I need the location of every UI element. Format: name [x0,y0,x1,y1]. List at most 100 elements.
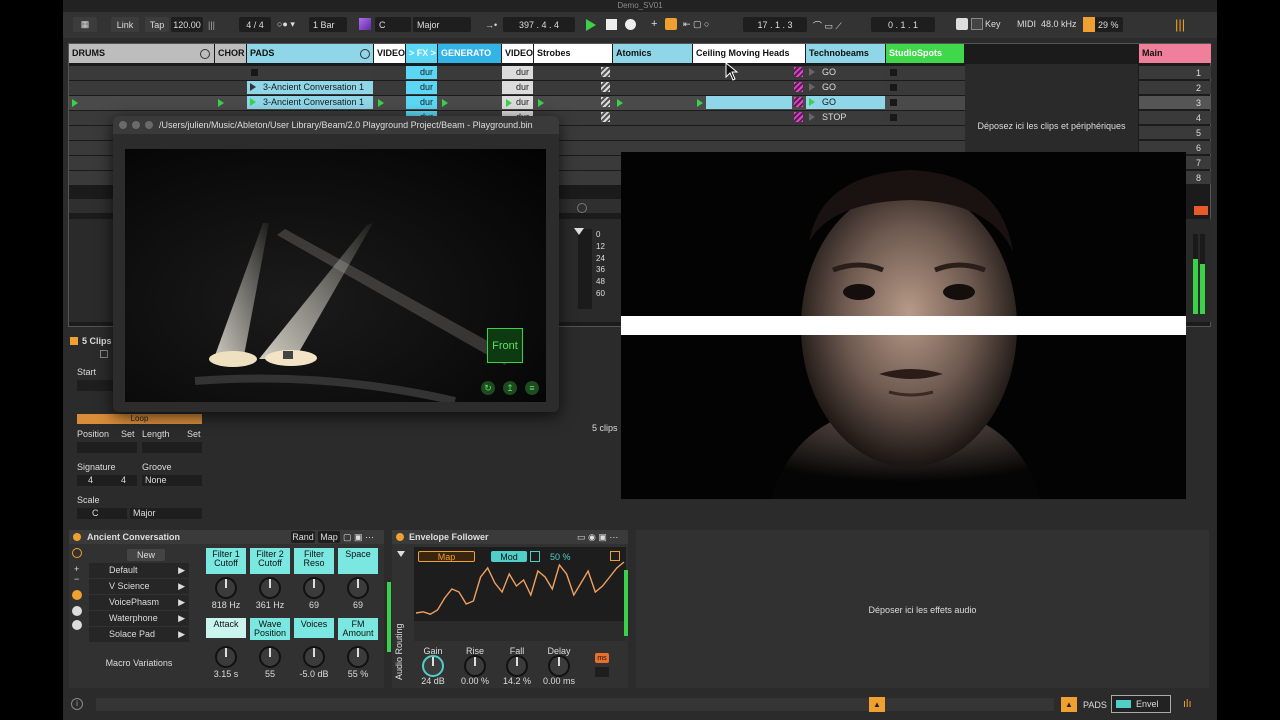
rack-macro-icon[interactable] [72,590,82,600]
scene-3[interactable]: 3 [1139,96,1211,109]
master-rec-icon[interactable] [1194,206,1208,215]
track-header-drums[interactable]: DRUMS [69,44,214,63]
stop-button[interactable] [606,19,617,30]
track-header-fx[interactable]: > FX > [406,44,437,63]
info-icon[interactable]: i [71,698,83,710]
beam-fixture-icon[interactable]: ↥ [503,381,517,395]
fall-knob[interactable] [506,655,528,677]
rack-power-icon[interactable] [73,533,81,541]
play-button[interactable] [586,19,596,31]
metronome-bars-icon[interactable]: ||| [208,20,215,30]
levels-icon[interactable]: ılı [1183,698,1192,710]
filter-1-cutoff-knob[interactable] [215,577,237,599]
key-map-icon[interactable] [971,18,983,30]
track-header-studiospots[interactable]: StudioSpots [886,44,964,63]
warning-icon[interactable]: ▲ [869,697,885,712]
delay-knob[interactable] [548,655,570,677]
pads-fold-icon[interactable] [360,49,370,59]
track-header-technobeams[interactable]: Technobeams [806,44,885,63]
midi-map-button[interactable]: MIDI [1017,19,1036,29]
pads-clip-2-playing[interactable]: 3-Ancient Conversation 1 [247,96,373,109]
heads-stop-icon[interactable] [794,97,803,107]
envelope-fold-icon[interactable] [397,551,405,557]
automation-arm-icon[interactable] [665,18,677,30]
track-header-video-1[interactable]: VIDEO [374,44,405,63]
pads-clip-slot[interactable] [247,66,373,79]
pads-clip-1[interactable]: 3-Ancient Conversation 1 [247,81,373,94]
rack-variations-icon[interactable] [72,620,82,630]
technobeams-clip-go-2[interactable]: GO [806,81,885,94]
strobes-stop-icon[interactable] [601,112,610,122]
heads-stop-icon[interactable] [794,112,803,122]
track-header-ceiling-moving-heads[interactable]: Ceiling Moving Heads [693,44,805,63]
position-field[interactable] [77,442,137,453]
new-variation-button[interactable]: New [127,549,165,561]
loop-length-field[interactable]: 0 . 1 . 1 [871,17,935,32]
key-map-button[interactable]: Key [985,19,1001,29]
strobes-stop-icon[interactable] [601,82,610,92]
studiospots-stop-icon[interactable] [890,69,897,76]
variation-solace-pad[interactable]: Solace Pad ▶ [89,627,189,642]
variation-waterphone[interactable]: Waterphone ▶ [89,611,189,626]
tap-button[interactable]: Tap [145,17,169,32]
beam-close-button[interactable] [119,121,127,129]
video-clip-1[interactable]: dur [502,66,533,79]
voices-knob[interactable] [303,646,325,668]
quantize-select[interactable]: 1 Bar [309,17,347,32]
macro-filter-reso[interactable]: Filter Reso [294,548,334,574]
moving-heads-clip-playing[interactable] [706,96,792,109]
rand-button[interactable]: Rand [291,531,315,543]
delay-unit-toggle[interactable]: ms [595,653,609,663]
track-header-chor[interactable]: CHOR [215,44,246,63]
macro-filter-1-cutoff[interactable]: Filter 1 Cutoff [206,548,246,574]
video-play-icon[interactable] [378,99,384,107]
video-clip-2[interactable]: dur [502,81,533,94]
fx-clip-3[interactable]: dur [406,96,437,109]
map-button[interactable]: Map [318,531,340,543]
arrangement-toggle-icon[interactable]: ▦ [73,17,97,32]
macro-voices[interactable]: Voices [294,618,334,638]
groove-select[interactable]: None [142,475,202,486]
strobes-stop-icon[interactable] [601,67,610,77]
meter-play-icon[interactable] [574,228,584,235]
studiospots-stop-icon[interactable] [890,99,897,106]
beam-zoom-button[interactable] [145,121,153,129]
rack-chain-icon[interactable] [72,548,82,558]
overdub-add-icon[interactable]: + [651,18,657,30]
transport-extra-icons[interactable]: ⇤ ▢ ○ [683,19,709,30]
space-knob[interactable] [347,577,369,599]
wave-position-knob[interactable] [259,646,281,668]
track-header-generato[interactable]: GENERATO [438,44,501,63]
fx-clip-1[interactable]: dur [406,66,437,79]
generato-play-icon[interactable] [442,99,448,107]
variation-voicephasm[interactable]: VoicePhasm ▶ [89,595,189,610]
audio-routing-label[interactable]: Audio Routing [394,623,404,680]
beam-minimize-button[interactable] [132,121,140,129]
length-set-button[interactable]: Set [187,429,201,439]
macro-wave-position[interactable]: Wave Position [250,618,290,640]
studiospots-stop-icon[interactable] [890,114,897,121]
technobeams-clip-go-playing[interactable]: GO [806,96,885,109]
front-camera-button[interactable]: Front [487,328,523,363]
scene-2[interactable]: 2 [1139,81,1211,94]
heads-stop-icon[interactable] [794,82,803,92]
selected-track-name[interactable]: PADS [1083,700,1107,710]
position-set-button[interactable]: Set [121,429,135,439]
envelope-header-icons[interactable]: ▭ ◉ ▣ ⋯ [577,532,618,543]
strobes-stop-icon[interactable] [601,97,610,107]
tempo-field[interactable]: 120.00 [171,17,203,32]
macro-filter-2-cutoff[interactable]: Filter 2 Cutoff [250,548,290,574]
loop-switch-icons[interactable]: ⌒ ▭ ⟋ [813,19,842,32]
video2-play-icon[interactable] [506,99,512,107]
crossfader-icon[interactable] [577,203,587,213]
view-toggle-icon[interactable]: ||| [1175,17,1185,32]
scene-5[interactable]: 5 [1139,126,1211,139]
fx-clip-2[interactable]: dur [406,81,437,94]
macro-fm-amount[interactable]: FM Amount [338,618,378,640]
time-signature-field[interactable]: 4 / 4 [239,17,271,32]
follow-icon[interactable]: →• [485,20,497,30]
rise-knob[interactable] [464,655,486,677]
beam-refresh-icon[interactable]: ↻ [481,381,495,395]
drums-fold-icon[interactable] [200,49,210,59]
technobeams-clip-stop[interactable]: STOP [806,111,885,124]
